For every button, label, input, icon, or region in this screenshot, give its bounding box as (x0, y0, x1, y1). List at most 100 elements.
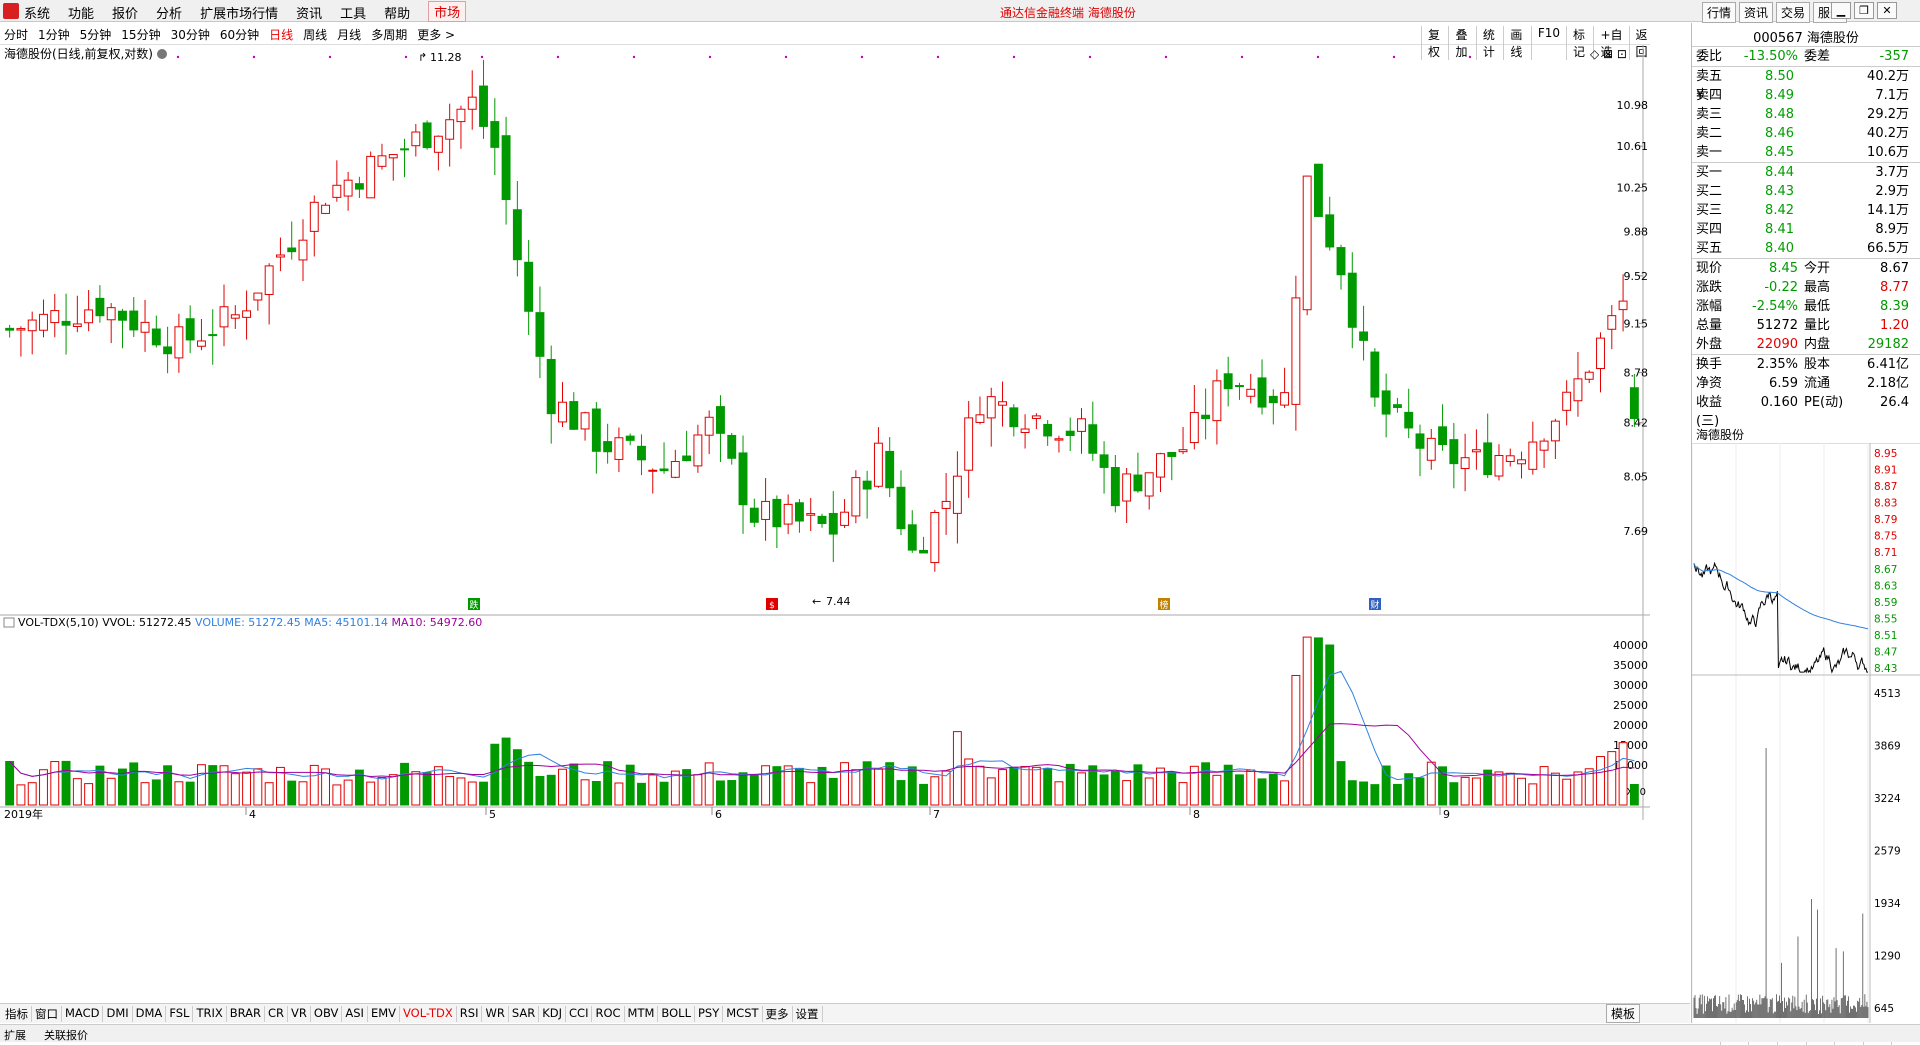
volume-bar (749, 774, 759, 806)
period-tab-4[interactable]: 30分钟 (171, 26, 210, 43)
candle-body (738, 452, 748, 506)
period-tab-2[interactable]: 5分钟 (80, 26, 112, 43)
stock-code: 000567 (1753, 31, 1803, 46)
level-label: 买二 (1696, 184, 1723, 199)
period-tab-3[interactable]: 15分钟 (121, 26, 160, 43)
buy-row: 买四 8.41 8.9万 (1692, 220, 1920, 239)
candle-body (163, 346, 173, 355)
template-button[interactable]: 模板 (1606, 1004, 1641, 1023)
volume-bar (1415, 777, 1425, 806)
indicator-tab-24[interactable]: 更多 (763, 1006, 793, 1022)
menu-item-2[interactable]: 报价 (112, 3, 138, 22)
candle-body (332, 184, 342, 198)
indicator-tab-23[interactable]: MCST (723, 1006, 763, 1022)
indicator-tab-11[interactable]: ASI (342, 1006, 368, 1022)
right-button-0[interactable]: 行情 (1702, 2, 1737, 23)
indicator-tab-14[interactable]: RSI (457, 1006, 483, 1022)
period-tab-6[interactable]: 日线 (269, 26, 293, 43)
period-tab-5[interactable]: 60分钟 (220, 26, 259, 43)
indicator-tab-16[interactable]: SAR (509, 1006, 540, 1022)
field-value: 26.4 (1880, 395, 1909, 410)
volume-bar (501, 737, 511, 806)
candle-body (309, 201, 319, 232)
period-tab-1[interactable]: 1分钟 (38, 26, 70, 43)
volume-legend-box-icon[interactable] (3, 617, 15, 628)
volume-bar (264, 782, 274, 806)
indicator-tab-22[interactable]: PSY (695, 1006, 724, 1022)
signal-dot (1164, 55, 1168, 59)
candle-body (1144, 472, 1154, 497)
candle-body (1223, 373, 1233, 390)
signal-dot (328, 55, 332, 59)
level-price: 8.49 (1765, 88, 1794, 103)
chart-corner-icons[interactable]: ◇ ⊠ ⊡ (1590, 47, 1627, 61)
volume-bar (1212, 774, 1222, 806)
status-right[interactable]: 关联报价 (44, 1027, 88, 1043)
chart-settings-icon[interactable] (157, 49, 167, 59)
candle-body (400, 148, 409, 151)
volume-bar (1077, 772, 1086, 806)
right-button-1[interactable]: 资讯 (1739, 2, 1774, 23)
period-tab-0[interactable]: 分时 (4, 26, 28, 43)
field-row: 现价 8.45 今开 8.67 (1692, 259, 1920, 278)
menu-item-3[interactable]: 分析 (156, 3, 182, 22)
period-tab-8[interactable]: 月线 (337, 26, 361, 43)
indicator-tab-9[interactable]: VR (288, 1006, 311, 1022)
quote-fields: 现价 8.45 今开 8.67 涨跌 -0.22 最高 8.77 涨幅 -2.54% 最低 8.39 总… (1692, 258, 1920, 354)
sell-row: 卖四 8.49 7.1万 (1692, 86, 1920, 105)
volume-bar (794, 767, 804, 806)
candle-body (873, 442, 883, 487)
candle-body (1110, 467, 1120, 507)
intraday-chart[interactable]: 8.95 8.91 8.87 8.83 8.79 8.75 8.71 8.67 8.63 8.59… (1692, 443, 1920, 1023)
menu-item-6[interactable]: 工具 (340, 3, 366, 22)
volume-bar (727, 780, 737, 806)
indicator-tab-25[interactable]: 设置 (793, 1006, 823, 1022)
menu-bar: 系统 功能 报价 分析 扩展市场行情 资讯 工具 帮助 市场 通达信金融终端 海德股份 行情 资讯… (0, 0, 1920, 23)
indicator-tab-2[interactable]: MACD (62, 1006, 104, 1022)
indicator-tab-18[interactable]: CCI (566, 1006, 593, 1022)
candle-body (118, 310, 127, 321)
indicator-tab-19[interactable]: ROC (592, 1006, 625, 1022)
mini-price-label: 8.83 (1874, 498, 1897, 510)
status-left[interactable]: 扩展 (4, 1027, 26, 1043)
indicator-tab-5[interactable]: FSL (166, 1006, 194, 1022)
year-label: 2019年 (4, 807, 43, 821)
indicator-tab-0[interactable]: 指标 (2, 1006, 32, 1022)
indicator-tab-12[interactable]: EMV (368, 1006, 400, 1022)
max-price-arrow: ↱ (418, 51, 427, 64)
indicator-tab-4[interactable]: DMA (133, 1006, 167, 1022)
close-icon[interactable]: ✕ (1877, 2, 1897, 19)
period-tab-9[interactable]: 多周期 (371, 26, 407, 43)
candle-body (896, 486, 906, 530)
volume-bar (1528, 783, 1538, 806)
period-tab-7[interactable]: 周线 (303, 26, 327, 43)
restore-icon[interactable]: ❐ (1854, 2, 1874, 19)
indicator-tab-20[interactable]: MTM (625, 1006, 659, 1022)
menu-item-5[interactable]: 资讯 (296, 3, 322, 22)
kline-chart[interactable]: 海德股份(日线,前复权,对数) ◇ ⊠ ⊡ 10.98 10.61 10.25 9.88 9… (0, 45, 1650, 1007)
candle-body (1573, 378, 1583, 402)
menu-item-8[interactable]: 市场 (428, 1, 467, 22)
menu-item-4[interactable]: 扩展市场行情 (200, 3, 278, 22)
indicator-tab-3[interactable]: DMI (103, 1006, 133, 1022)
indicator-tab-6[interactable]: TRIX (193, 1006, 227, 1022)
volume-bar (1505, 772, 1515, 806)
candle-body (919, 549, 928, 554)
indicator-tab-21[interactable]: BOLL (658, 1006, 695, 1022)
indicator-tab-1[interactable]: 窗口 (32, 1006, 62, 1022)
right-button-2[interactable]: 交易 (1776, 2, 1811, 23)
menu-item-1[interactable]: 功能 (68, 3, 94, 22)
indicator-tab-13[interactable]: VOL-TDX (400, 1006, 457, 1022)
indicator-tab-10[interactable]: OBV (311, 1006, 343, 1022)
indicator-tab-15[interactable]: WR (482, 1006, 509, 1022)
volume-bar (1302, 636, 1312, 806)
menu-item-0[interactable]: 系统 (24, 3, 50, 22)
menu-item-7[interactable]: 帮助 (384, 3, 410, 22)
candle-body (354, 183, 364, 190)
indicator-tab-8[interactable]: CR (265, 1006, 289, 1022)
indicator-tab-7[interactable]: BRAR (227, 1006, 266, 1022)
minimize-icon[interactable]: ▁ (1831, 2, 1851, 19)
period-tab-10[interactable]: 更多 > (417, 26, 455, 43)
mini-vol-label: 3224 (1874, 793, 1901, 805)
indicator-tab-17[interactable]: KDJ (539, 1006, 567, 1022)
